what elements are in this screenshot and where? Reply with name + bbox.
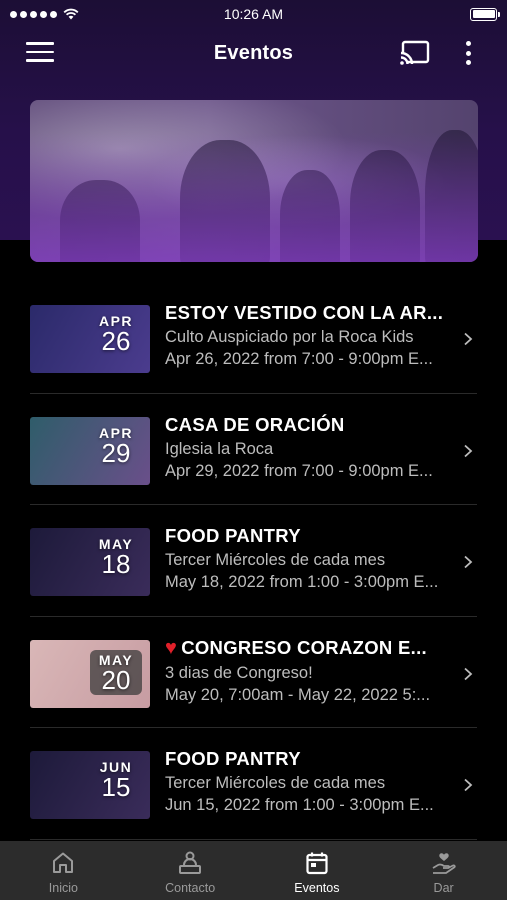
status-bar: 10:26 AM	[0, 0, 507, 28]
give-hand-heart-icon	[432, 853, 456, 874]
event-list-item[interactable]: APR 29 CASA DE ORACIÓN Iglesia la Roca A…	[30, 394, 477, 505]
tab-contacto[interactable]: Contacto	[127, 841, 254, 900]
tab-dar[interactable]: Dar	[380, 841, 507, 900]
event-title: CASA DE ORACIÓN	[165, 413, 345, 435]
event-thumbnail: APR 29	[30, 416, 150, 485]
event-list-item[interactable]: MAY 20 ♥ CONGRESO CORAZON E... 3 dias de …	[30, 617, 477, 728]
tab-inicio[interactable]: Inicio	[0, 841, 127, 900]
events-list: APR 26 ESTOY VESTIDO CON LA AR... Culto …	[0, 282, 507, 840]
menu-button[interactable]	[26, 42, 54, 64]
event-day: 20	[101, 664, 131, 695]
signal-icon	[10, 10, 57, 18]
event-thumbnail: JUN 15	[30, 751, 150, 819]
event-title: ♥ CONGRESO CORAZON E...	[165, 636, 427, 659]
event-list-item[interactable]: JUN 15 FOOD PANTRY Tercer Miércoles de c…	[30, 728, 477, 840]
tab-label: Inicio	[48, 881, 78, 895]
chevron-right-icon	[464, 667, 473, 680]
tab-label: Eventos	[294, 881, 340, 895]
bottom-tab-bar: Inicio Contacto Eventos Dar	[0, 841, 507, 900]
heart-icon: ♥	[165, 636, 178, 659]
contact-icon	[179, 851, 202, 874]
app-bar: Eventos	[0, 28, 507, 78]
event-day: 18	[101, 549, 131, 579]
event-subtitle: Tercer Miércoles de cada mes	[165, 774, 386, 792]
cast-button[interactable]	[399, 39, 431, 67]
event-time: May 18, 2022 from 1:00 - 3:00pm E...	[165, 573, 439, 591]
event-date-badge: APR 26	[94, 313, 138, 356]
event-title: ESTOY VESTIDO CON LA AR...	[165, 302, 444, 323]
event-date-badge: JUN 15	[94, 759, 138, 802]
chevron-right-icon	[464, 778, 473, 792]
tab-label: Dar	[433, 881, 454, 895]
more-options-button[interactable]	[458, 39, 478, 67]
event-day: 29	[101, 437, 131, 468]
event-subtitle: Tercer Miércoles de cada mes	[165, 551, 386, 569]
event-list-item[interactable]: MAY 18 FOOD PANTRY Tercer Miércoles de c…	[30, 505, 477, 617]
event-list-item[interactable]: APR 26 ESTOY VESTIDO CON LA AR... Culto …	[30, 282, 477, 394]
event-subtitle: Iglesia la Roca	[165, 439, 274, 458]
event-title: FOOD PANTRY	[165, 748, 301, 769]
event-subtitle: 3 dias de Congreso!	[165, 663, 313, 682]
event-time: Apr 29, 2022 from 7:00 - 9:00pm E...	[165, 461, 433, 480]
event-thumbnail: APR 26	[30, 305, 150, 373]
calendar-icon	[306, 852, 328, 875]
event-thumbnail: MAY 18	[30, 528, 150, 596]
tab-eventos[interactable]: Eventos	[254, 841, 381, 900]
event-subtitle: Culto Auspiciado por la Roca Kids	[165, 328, 414, 346]
event-time: Jun 15, 2022 from 1:00 - 3:00pm E...	[165, 796, 434, 814]
event-day: 26	[101, 326, 131, 356]
hero-banner-image[interactable]	[30, 100, 478, 262]
chevron-right-icon	[464, 332, 473, 346]
chevron-right-icon	[464, 555, 473, 569]
home-icon	[53, 852, 74, 873]
event-title: FOOD PANTRY	[165, 525, 301, 546]
event-date-badge: MAY 20	[90, 649, 142, 695]
event-day: 15	[101, 772, 131, 802]
event-date-badge: MAY 18	[94, 536, 138, 579]
chevron-right-icon	[464, 444, 473, 457]
event-thumbnail: MAY 20	[30, 639, 150, 708]
event-date-badge: APR 29	[94, 425, 138, 468]
cast-icon	[400, 40, 430, 65]
wifi-icon	[63, 8, 79, 20]
battery-icon	[470, 7, 500, 21]
event-time: May 20, 7:00am - May 22, 2022 5:...	[165, 685, 431, 704]
event-time: Apr 26, 2022 from 7:00 - 9:00pm E...	[165, 350, 433, 368]
tab-label: Contacto	[165, 881, 216, 895]
